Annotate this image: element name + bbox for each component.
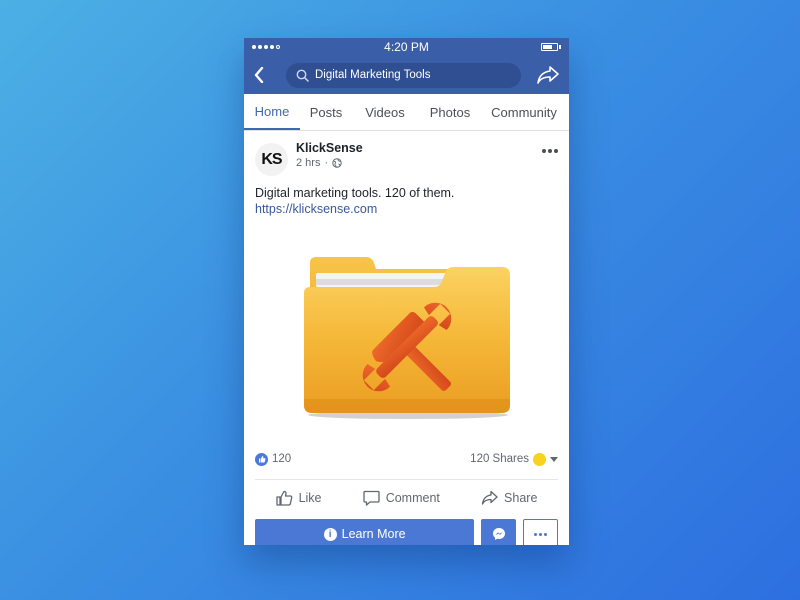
share-arrow-icon [537,66,559,84]
comment-label: Comment [385,490,440,505]
meta-separator: · [324,157,329,169]
engagement-counts: 120 120 Shares [255,447,558,471]
learn-more-button[interactable]: i Learn More [255,519,475,545]
like-count[interactable]: 120 [255,452,292,466]
post-meta: 2 hrs · [296,157,363,169]
globe-icon [332,158,342,168]
share-count[interactable]: 120 Shares [470,452,558,466]
post-link[interactable]: https://klicksense.com [255,201,558,217]
post-author[interactable]: KlickSense [296,141,363,155]
messenger-button[interactable] [481,519,517,545]
post-header: KS KlickSense 2 hrs · [255,141,558,185]
post-options-button[interactable] [542,149,558,153]
search-icon [296,69,309,82]
tab-home[interactable]: Home [244,94,300,130]
caret-down-icon [550,456,558,462]
status-bar: 4:20 PM [244,38,569,56]
cta-row: i Learn More [255,519,558,545]
messenger-icon [492,528,505,540]
signal-icon [252,45,302,49]
thumbs-up-icon [255,452,268,466]
post-image[interactable] [255,225,558,445]
share-page-button[interactable] [535,62,561,88]
top-nav [244,56,569,94]
back-button[interactable] [254,63,270,87]
share-label: Share [504,490,538,505]
tab-posts[interactable]: Posts [300,94,352,130]
post-text: Digital marketing tools. 120 of them. [255,186,455,200]
search-input[interactable] [315,69,505,81]
share-arrow-icon [481,490,498,505]
page-tabs: Home Posts Videos Photos Community [244,94,569,131]
status-time: 4:20 PM [384,40,429,54]
like-count-value: 120 [272,453,292,465]
battery-icon [511,43,561,51]
comment-icon [363,490,380,506]
tab-photos[interactable]: Photos [418,94,482,130]
folder-with-tools-icon [303,257,510,419]
post-timestamp[interactable]: 2 hrs [296,157,320,169]
comment-button[interactable]: Comment [363,490,440,506]
audience-selector-icon [533,452,546,466]
post-actions: Like Comment Share [255,479,558,515]
avatar[interactable]: KS [255,143,288,176]
tab-videos[interactable]: Videos [352,94,418,130]
tab-community[interactable]: Community [482,94,566,130]
learn-more-label: Learn More [341,527,406,541]
search-box[interactable] [286,62,521,88]
more-options-button[interactable] [523,519,558,545]
like-label: Like [298,490,322,505]
share-count-label: 120 Shares [470,453,529,465]
phone-frame: 4:20 PM Home Posts Videos Photo [244,38,569,545]
chevron-left-icon [254,67,264,83]
info-icon: i [323,527,337,541]
like-button[interactable]: Like [275,490,322,506]
feed-post: KS KlickSense 2 hrs · Digital marketing … [244,131,569,545]
share-button[interactable]: Share [481,490,537,505]
thumbs-up-icon [275,490,292,506]
